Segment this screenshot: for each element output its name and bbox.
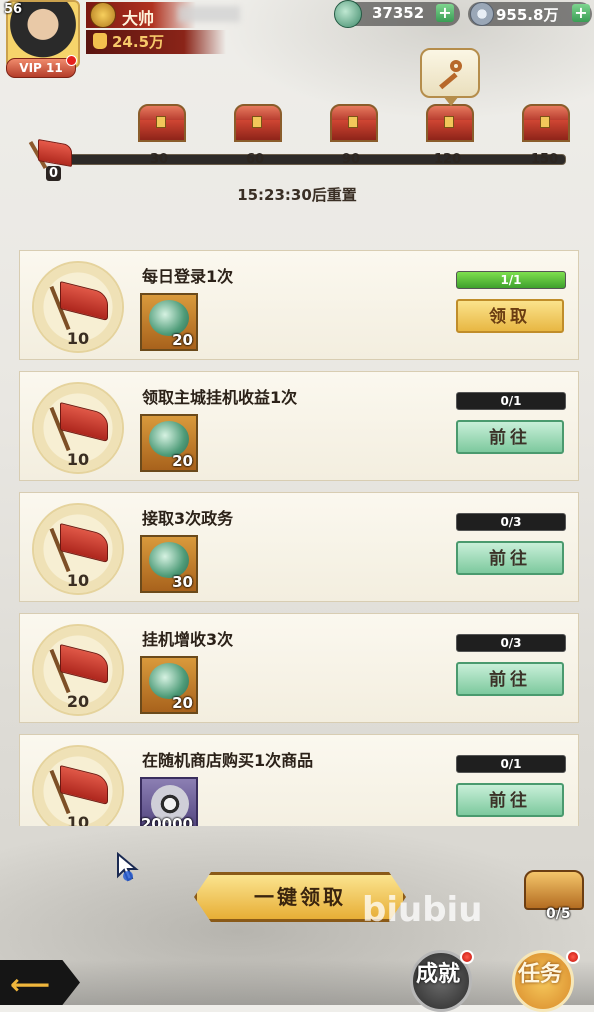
progress-current-value: 0 bbox=[46, 166, 62, 181]
treasure-chest-icon[interactable] bbox=[330, 104, 378, 142]
task-title: 在随机商店购买1次商品 bbox=[142, 751, 314, 770]
task-points: 20 bbox=[66, 692, 90, 711]
go-button[interactable]: 前往 bbox=[456, 541, 564, 575]
task-card: 10 每日登录1次 20 1/1 领取 bbox=[19, 250, 579, 360]
milestone-label: 30 bbox=[150, 152, 169, 167]
task-title: 挂机增收3次 bbox=[142, 630, 234, 649]
go-button[interactable]: 前往 bbox=[456, 783, 564, 817]
task-progress-bar: 1/1 bbox=[456, 271, 566, 289]
milestone-label: 150 bbox=[531, 152, 559, 167]
add-silver-button[interactable]: + bbox=[572, 4, 590, 22]
fist-icon bbox=[93, 33, 107, 49]
go-button[interactable]: 前往 bbox=[456, 662, 564, 696]
add-jade-button[interactable]: + bbox=[436, 4, 454, 22]
silver-amount: 955.8万 bbox=[496, 6, 559, 24]
task-progress-bar: 0/1 bbox=[456, 392, 566, 410]
reward-item[interactable]: 20 bbox=[140, 414, 198, 472]
treasure-chest-icon[interactable] bbox=[426, 104, 474, 142]
silver-coin-icon bbox=[470, 2, 494, 26]
reward-amount: 20 bbox=[172, 452, 193, 470]
task-points: 10 bbox=[66, 813, 90, 826]
red-flag-icon: 10 bbox=[32, 261, 124, 353]
mouse-cursor-icon bbox=[117, 852, 139, 882]
achievement-chest-icon[interactable] bbox=[524, 870, 584, 910]
red-flag-icon: 10 bbox=[32, 503, 124, 595]
reward-item[interactable]: 20 bbox=[140, 293, 198, 351]
task-progress-text: 0/1 bbox=[500, 394, 522, 408]
tab-achievement-label[interactable]: 成就 bbox=[416, 956, 460, 988]
red-flag-icon: 10 bbox=[32, 745, 124, 826]
task-progress-text: 0/3 bbox=[500, 515, 522, 529]
task-points: 10 bbox=[66, 450, 90, 469]
task-points: 10 bbox=[66, 571, 90, 590]
go-button[interactable]: 前往 bbox=[456, 420, 564, 454]
back-arrow-icon[interactable]: ⟵ bbox=[10, 968, 50, 1001]
task-title: 每日登录1次 bbox=[142, 267, 234, 286]
milestone-label: 60 bbox=[246, 152, 265, 167]
task-progress-bar: 0/1 bbox=[456, 755, 566, 773]
task-card: 10 领取主城挂机收益1次 20 0/1 前往 bbox=[19, 371, 579, 481]
task-progress-text: 0/1 bbox=[500, 757, 522, 771]
treasure-chest-icon[interactable] bbox=[138, 104, 186, 142]
red-flag-icon: 10 bbox=[32, 382, 124, 474]
task-card: 20 挂机增收3次 20 0/3 前往 bbox=[19, 613, 579, 723]
red-flag-icon: 20 bbox=[32, 624, 124, 716]
reward-amount: 30 bbox=[172, 573, 193, 591]
task-title: 领取主城挂机收益1次 bbox=[142, 388, 298, 407]
task-card: 10 接取3次政务 30 0/3 前往 bbox=[19, 492, 579, 602]
achievement-notification-dot bbox=[460, 950, 474, 964]
task-list[interactable]: 10 每日登录1次 20 1/1 领取 10 领取主城挂机收益1次 20 0/1… bbox=[0, 246, 594, 826]
task-progress-text: 1/1 bbox=[500, 273, 522, 287]
task-card: 10 在随机商店购买1次商品 20000 0/1 前往 bbox=[19, 734, 579, 826]
reward-amount: 20 bbox=[172, 331, 193, 349]
reward-item[interactable]: 20 bbox=[140, 656, 198, 714]
key-icon bbox=[434, 60, 464, 90]
claim-button[interactable]: 领取 bbox=[456, 299, 564, 333]
task-points: 10 bbox=[66, 329, 90, 348]
reward-amount: 20 bbox=[172, 694, 193, 712]
key-tooltip-bubble[interactable] bbox=[420, 48, 480, 106]
watermark-text: biubiu bbox=[362, 890, 483, 930]
blurred-server-text bbox=[178, 6, 240, 22]
treasure-chest-icon[interactable] bbox=[234, 104, 282, 142]
treasure-chest-icon[interactable] bbox=[522, 104, 570, 142]
reset-timer: 15:23:30后重置 bbox=[237, 186, 357, 204]
jade-icon bbox=[334, 0, 362, 28]
milestone-label: 120 bbox=[434, 152, 462, 167]
jade-amount: 37352 bbox=[372, 4, 425, 22]
task-title: 接取3次政务 bbox=[142, 509, 234, 528]
task-progress-text: 0/3 bbox=[500, 636, 522, 650]
player-level: 56 bbox=[4, 2, 23, 17]
milestone-label: 90 bbox=[342, 152, 361, 167]
achievement-count: 0/5 bbox=[546, 906, 571, 922]
task-notification-dot bbox=[566, 950, 580, 964]
reward-amount: 20000 bbox=[140, 815, 193, 826]
combat-power: 24.5万 bbox=[112, 33, 165, 51]
player-name: 大帅 bbox=[122, 9, 155, 28]
bottom-nav-bar bbox=[0, 960, 594, 1005]
player-avatar-panel[interactable]: 56 VIP 11 bbox=[0, 0, 84, 78]
task-progress-bar: 0/3 bbox=[456, 634, 566, 652]
reward-item[interactable]: 30 bbox=[140, 535, 198, 593]
reward-item[interactable]: 20000 bbox=[140, 777, 198, 826]
activity-progress-track bbox=[58, 154, 566, 165]
tab-task-label[interactable]: 任务 bbox=[518, 956, 562, 988]
dragon-emblem-icon bbox=[90, 2, 116, 28]
task-progress-bar: 0/3 bbox=[456, 513, 566, 531]
vip-notification-dot bbox=[66, 55, 77, 66]
